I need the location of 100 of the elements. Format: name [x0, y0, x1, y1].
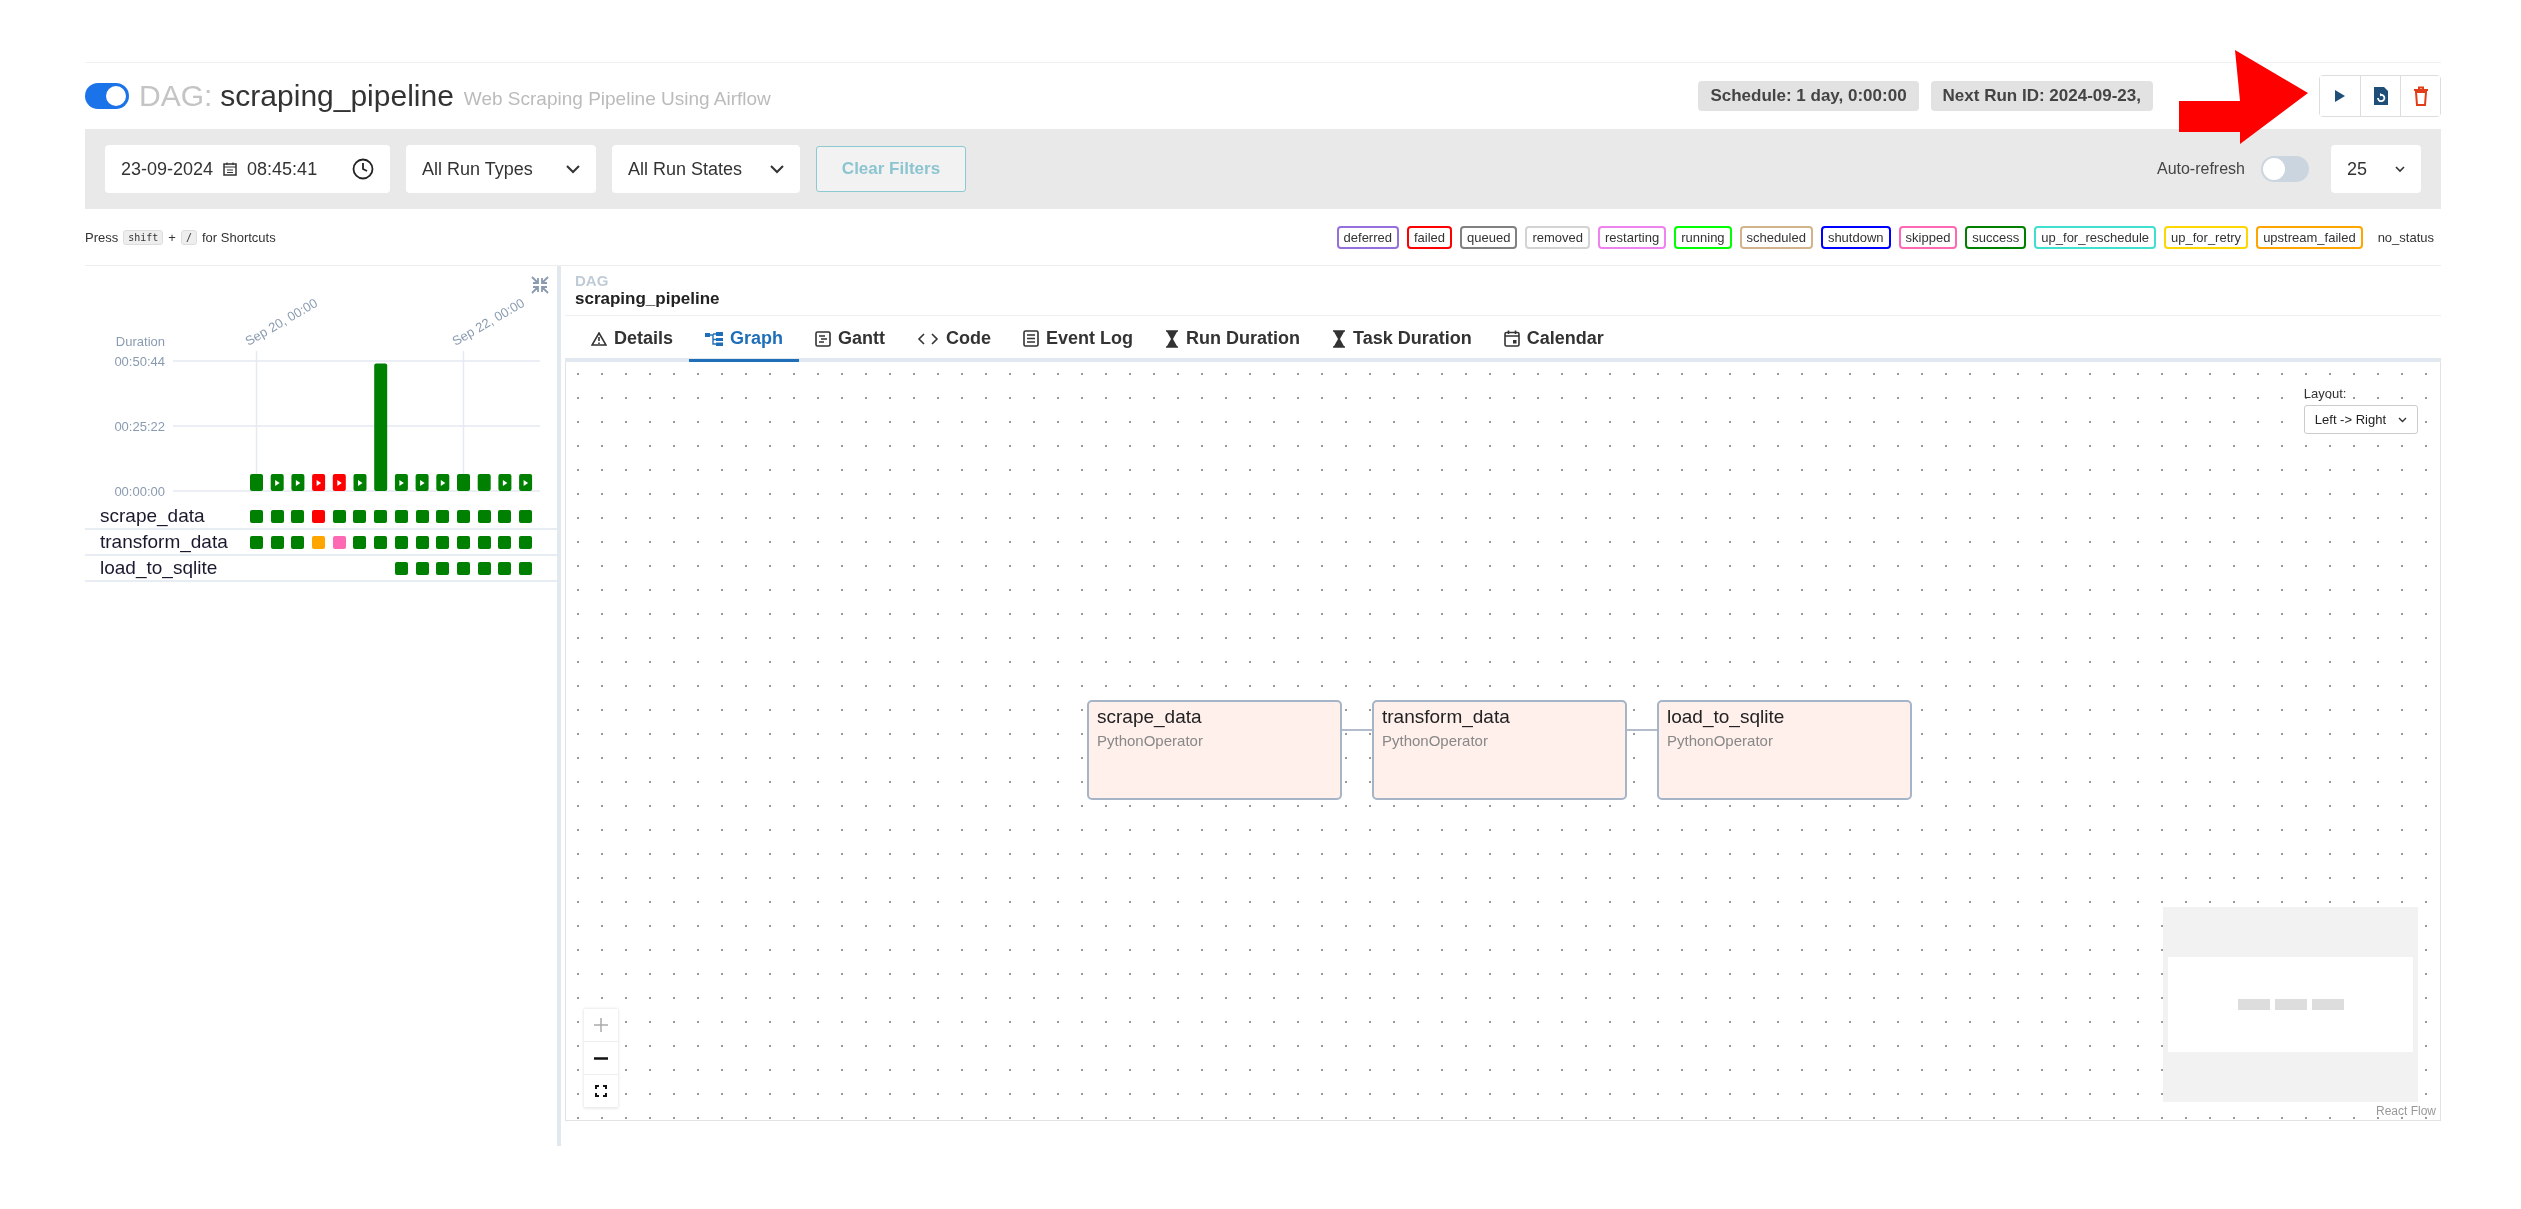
task-status-square[interactable]	[291, 535, 305, 549]
dag-run-bar[interactable]	[477, 474, 491, 491]
tab[interactable]: Gantt	[799, 316, 902, 362]
task-status-square[interactable]	[477, 561, 491, 575]
dag-run-bar[interactable]	[394, 474, 408, 491]
task-status-square[interactable]	[518, 561, 532, 575]
task-name[interactable]: load_to_sqlite	[85, 557, 250, 579]
status-legend-tag: up_for_reschedule	[2034, 225, 2157, 249]
task-status-square[interactable]	[394, 535, 408, 549]
datetime-field[interactable]: 23-09-2024 08:45:41	[105, 145, 390, 193]
task-status-square[interactable]	[332, 509, 346, 523]
status-legend-tag: scheduled	[1739, 225, 1813, 249]
tab[interactable]: Code	[901, 316, 1008, 362]
auto-refresh-toggle[interactable]	[2261, 156, 2309, 182]
task-status-square[interactable]	[415, 535, 429, 549]
task-node[interactable]: load_to_sqlite PythonOperator	[1657, 700, 1912, 800]
task-status-square[interactable]	[436, 509, 450, 523]
task-status-square[interactable]	[415, 509, 429, 523]
list-icon	[1023, 330, 1040, 347]
status-legend-tag: up_for_retry	[2164, 225, 2249, 249]
info-badge: Next Run ID: 2024-09-23,	[1930, 81, 2153, 111]
task-status-square[interactable]	[436, 535, 450, 549]
breadcrumb-title: scraping_pipeline	[575, 289, 721, 309]
task-status-square[interactable]	[250, 509, 263, 523]
task-status-square[interactable]	[291, 509, 305, 523]
dag-run-bar[interactable]	[436, 474, 450, 491]
run-state-dropdown[interactable]: All Run States	[612, 145, 800, 193]
code-icon	[917, 332, 940, 345]
node-title: load_to_sqlite	[1667, 706, 1786, 728]
task-status-square[interactable]	[498, 509, 512, 523]
task-status-square[interactable]	[518, 509, 532, 523]
task-status-square[interactable]	[312, 509, 326, 523]
node-title: transform_data	[1382, 706, 1511, 728]
dag-run-bar[interactable]	[270, 474, 284, 491]
zoom-out-button[interactable]	[584, 1042, 618, 1075]
dag-run-bar[interactable]	[519, 474, 533, 491]
task-status-square[interactable]	[477, 535, 491, 549]
plus-sign: +	[168, 229, 176, 245]
layout-label: Layout:	[2303, 386, 2348, 401]
task-status-square[interactable]	[498, 535, 512, 549]
layout-dropdown[interactable]: Left -> Right	[2303, 405, 2418, 434]
status-legend-tag: skipped	[1898, 225, 1958, 249]
x-axis-label: Sep 20, 00:00	[242, 295, 321, 349]
task-status-square[interactable]	[374, 535, 388, 549]
task-status-square[interactable]	[498, 561, 512, 575]
dag-run-bar[interactable]	[415, 474, 429, 491]
status-legend-tag: success	[1965, 225, 2027, 249]
status-legend-tag: failed	[1407, 225, 1453, 249]
task-status-square[interactable]	[332, 535, 346, 549]
fit-view-button[interactable]	[584, 1075, 618, 1108]
dag-title: scraping_pipeline	[220, 79, 454, 113]
task-name[interactable]: scrape_data	[85, 505, 250, 527]
task-status-square[interactable]	[518, 535, 532, 549]
task-node[interactable]: transform_data PythonOperator	[1372, 700, 1627, 800]
dag-run-bar[interactable]	[374, 363, 388, 491]
status-legend-tag: no_status	[2370, 225, 2441, 249]
shortcut-text: for Shortcuts	[201, 229, 276, 245]
hourglass-icon	[1332, 329, 1347, 348]
plus-icon	[594, 1018, 608, 1032]
breadcrumb-label: DAG	[575, 272, 610, 289]
task-status-square[interactable]	[456, 509, 470, 523]
task-status-square[interactable]	[353, 509, 367, 523]
page-size-dropdown[interactable]: 25	[2331, 145, 2421, 193]
duration-label: 00:25:22	[114, 419, 165, 434]
task-node[interactable]: scrape_data PythonOperator	[1087, 700, 1342, 800]
fullscreen-icon	[595, 1085, 607, 1097]
run-type-dropdown[interactable]: All Run Types	[406, 145, 596, 193]
task-status-square[interactable]	[250, 535, 263, 549]
chevron-down-icon	[2398, 416, 2407, 423]
dag-run-bar[interactable]	[353, 474, 367, 491]
task-status-square[interactable]	[456, 535, 470, 549]
tab[interactable]: Calendar	[1487, 316, 1620, 362]
task-status-square[interactable]	[456, 561, 470, 575]
delete-button[interactable]	[2400, 76, 2440, 116]
chevron-down-icon	[566, 164, 580, 174]
task-status-square[interactable]	[270, 509, 284, 523]
tab[interactable]: Run Duration	[1149, 316, 1317, 362]
edge-line	[1342, 729, 1372, 731]
task-status-square[interactable]	[353, 535, 367, 549]
task-status-square[interactable]	[394, 509, 408, 523]
dag-run-bar[interactable]	[332, 474, 346, 491]
collapse-icon[interactable]	[531, 276, 549, 294]
dag-run-bar[interactable]	[312, 474, 326, 491]
dag-run-bar[interactable]	[291, 474, 305, 491]
task-status-square[interactable]	[270, 535, 284, 549]
hourglass-icon	[1165, 329, 1180, 348]
tab[interactable]: Task Duration	[1316, 316, 1488, 362]
dag-toggle-switch[interactable]	[85, 83, 129, 109]
minus-icon	[594, 1056, 608, 1060]
task-status-square[interactable]	[436, 561, 450, 575]
task-status-square[interactable]	[374, 509, 388, 523]
auto-refresh-label: Auto-refresh	[2156, 160, 2245, 178]
task-status-square[interactable]	[394, 561, 408, 575]
task-status-square[interactable]	[477, 509, 491, 523]
dag-run-bar[interactable]	[498, 474, 512, 491]
edge-line	[1627, 729, 1657, 731]
task-name[interactable]: transform_data	[85, 531, 250, 553]
tab[interactable]: Details	[575, 316, 690, 362]
tab[interactable]: Event Log	[1007, 316, 1150, 362]
task-status-square[interactable]	[415, 561, 429, 575]
